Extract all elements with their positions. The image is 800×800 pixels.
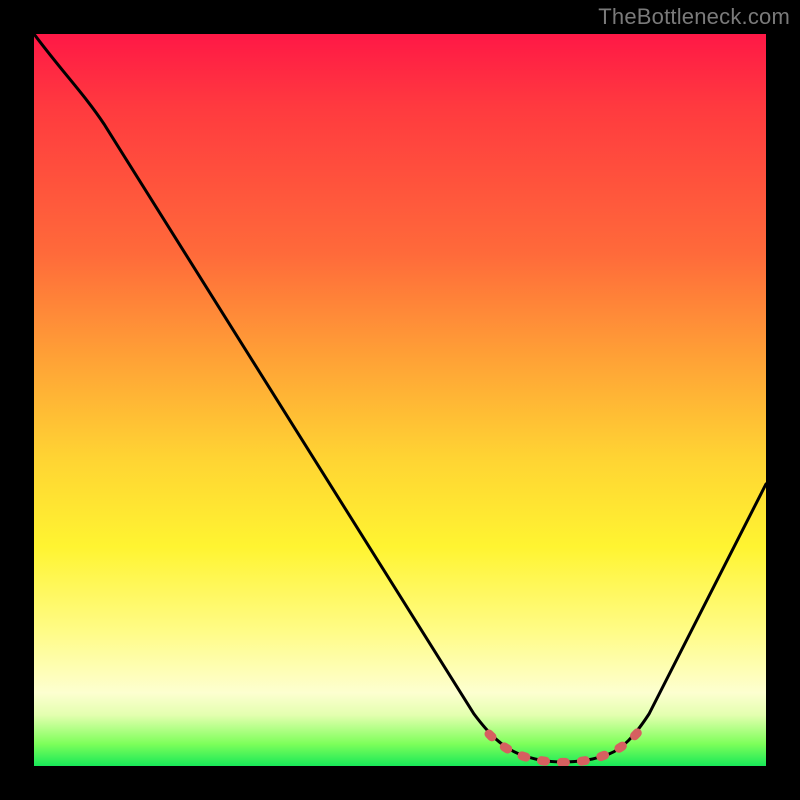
- bottleneck-curve: [34, 34, 766, 766]
- plot-area: [34, 34, 766, 766]
- chart-frame: TheBottleneck.com: [0, 0, 800, 800]
- highlight-segment: [489, 731, 639, 762]
- watermark-text: TheBottleneck.com: [598, 4, 790, 30]
- curve-path: [34, 34, 766, 762]
